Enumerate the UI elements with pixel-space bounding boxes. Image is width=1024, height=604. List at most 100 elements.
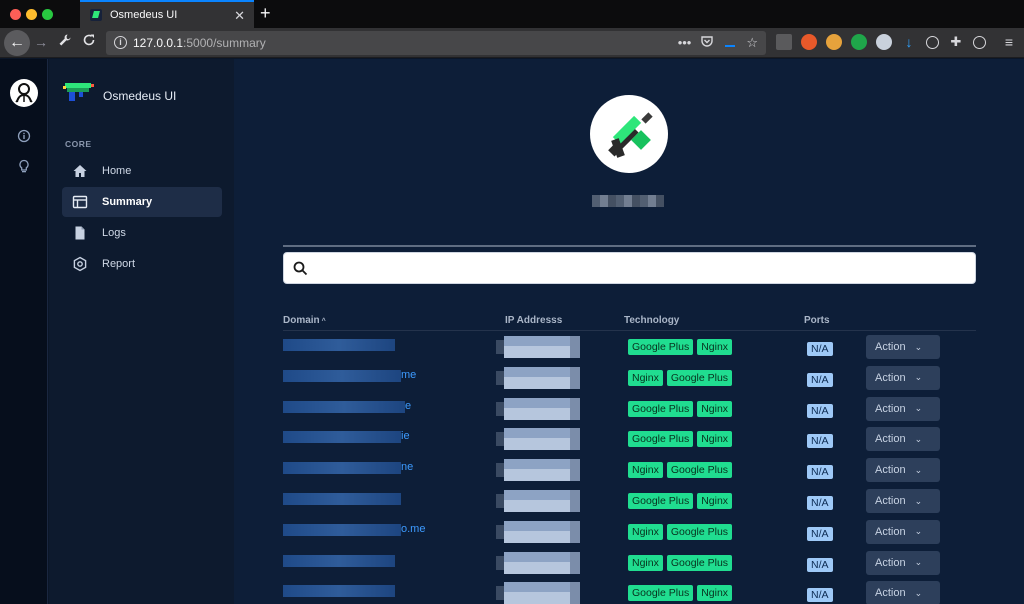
chevron-down-icon: ⌄ <box>914 341 923 352</box>
history-clock-icon[interactable] <box>926 35 939 49</box>
action-dropdown-button[interactable]: Action ⌄ <box>866 335 940 359</box>
ip-redacted <box>496 366 580 389</box>
technology-cell: Nginx Google Plus <box>628 369 733 386</box>
url-bar[interactable]: i 127.0.0.1:5000/summary ••• ☆ <box>106 31 766 55</box>
extension-ghost-icon[interactable] <box>876 34 892 50</box>
technology-badge: Google Plus <box>628 585 694 602</box>
extension-cookie-icon[interactable] <box>826 34 842 50</box>
domain-cell[interactable] <box>283 337 483 355</box>
new-tab-button[interactable]: + <box>260 4 271 22</box>
search-box[interactable] <box>283 252 976 284</box>
column-header-ip[interactable]: IP Addresss <box>505 315 562 326</box>
bookmark-star-icon[interactable]: ☆ <box>746 34 758 53</box>
sidebar-item-home[interactable]: Home <box>62 156 222 186</box>
technology-badge: Nginx <box>697 339 733 355</box>
column-header-domain[interactable]: Domain ^ <box>283 315 326 326</box>
action-dropdown-button[interactable]: Action ⌄ <box>866 458 940 483</box>
sidebar-item-label: Summary <box>102 196 153 208</box>
action-dropdown-button[interactable]: Action ⌄ <box>866 581 940 604</box>
extension-grid-icon[interactable] <box>776 34 792 50</box>
extension-green-icon[interactable] <box>851 34 867 50</box>
pocket-icon[interactable] <box>700 34 714 53</box>
brand[interactable]: Osmedeus UI <box>63 81 176 110</box>
technology-badge: Google Plus <box>628 400 694 417</box>
technology-badge: Nginx <box>628 554 663 571</box>
domain-cell[interactable]: e <box>283 399 483 417</box>
ports-cell: N/A <box>807 524 833 542</box>
url-text[interactable]: 127.0.0.1:5000/summary <box>133 36 266 50</box>
brand-name: Osmedeus UI <box>103 88 177 103</box>
search-input[interactable] <box>316 258 956 278</box>
action-label: Action <box>875 587 906 600</box>
action-dropdown-button[interactable]: Action ⌄ <box>866 427 940 452</box>
ip-redacted <box>496 397 580 420</box>
domain-link[interactable]: o.me <box>401 523 425 535</box>
action-label: Action <box>875 341 906 353</box>
ip-redacted <box>496 551 580 574</box>
port-badge: N/A <box>807 403 833 418</box>
info-circle-icon[interactable] <box>17 129 31 143</box>
puzzle-icon[interactable]: ✚ <box>948 34 964 50</box>
reader-icon[interactable] <box>723 34 737 53</box>
table-row: ie Google Plus Nginx N/A Action ⌄ <box>283 424 976 454</box>
menu-icon[interactable]: ≡ <box>1001 34 1017 50</box>
chevron-down-icon: ⌄ <box>914 372 923 383</box>
technology-badge: Google Plus <box>666 554 733 571</box>
domain-link[interactable]: ie <box>401 430 410 442</box>
column-header-technology[interactable]: Technology <box>624 315 679 326</box>
browser-nav-bar: ← → i 127.0.0.1:5000/summary ••• ☆ ↓ ✚ ≡ <box>0 28 1024 58</box>
domain-redacted <box>283 554 395 567</box>
domain-cell[interactable] <box>283 583 483 601</box>
browser-tab[interactable]: Osmedeus UI ✕ <box>80 0 254 28</box>
action-dropdown-button[interactable]: Action ⌄ <box>866 489 940 513</box>
sidebar-item-logs[interactable]: Logs <box>62 218 222 248</box>
technology-cell: Google Plus Nginx <box>628 493 733 509</box>
domain-cell[interactable] <box>283 553 483 571</box>
page-actions-icon[interactable]: ••• <box>678 34 692 53</box>
domain-link[interactable]: ne <box>401 461 413 473</box>
ip-cell <box>490 551 580 575</box>
browser-tab-bar: Osmedeus UI ✕ + <box>0 0 1024 28</box>
action-dropdown-button[interactable]: Action ⌄ <box>866 396 940 421</box>
chevron-down-icon: ⌄ <box>914 403 923 414</box>
wrench-icon[interactable] <box>56 33 74 51</box>
technology-badge: Google Plus <box>628 339 694 355</box>
technology-badge: Google Plus <box>666 369 733 386</box>
domain-cell[interactable]: o.me <box>283 522 483 540</box>
ip-cell <box>490 581 580 604</box>
avatar[interactable] <box>10 79 38 107</box>
ip-cell <box>490 335 580 359</box>
forward-button[interactable]: → <box>32 33 50 51</box>
domain-redacted <box>283 369 401 382</box>
close-window-button[interactable] <box>10 9 21 20</box>
maximize-window-button[interactable] <box>42 9 53 20</box>
column-header-ports[interactable]: Ports <box>804 315 830 326</box>
download-icon[interactable]: ↓ <box>901 34 917 50</box>
technology-cell: Nginx Google Plus <box>628 462 733 479</box>
action-dropdown-button[interactable]: Action ⌄ <box>866 550 940 575</box>
domain-link[interactable]: me <box>401 369 416 381</box>
extension-fox-icon[interactable] <box>801 34 817 50</box>
action-dropdown-button[interactable]: Action ⌄ <box>866 365 940 390</box>
info-icon[interactable]: i <box>114 36 127 49</box>
technology-badge: Google Plus <box>628 493 694 509</box>
back-button[interactable]: ← <box>4 30 30 56</box>
domain-cell[interactable] <box>283 491 483 509</box>
domain-cell[interactable]: ne <box>283 460 483 478</box>
reload-icon[interactable] <box>80 33 98 51</box>
domain-cell[interactable]: ie <box>283 429 483 447</box>
account-icon[interactable] <box>973 35 986 49</box>
port-badge: N/A <box>807 434 833 449</box>
domain-redacted <box>283 493 401 505</box>
sidebar-item-summary[interactable]: Summary <box>62 187 222 217</box>
technology-badge: Nginx <box>697 431 733 448</box>
tab-close-icon[interactable]: ✕ <box>234 9 245 22</box>
sidebar-item-report[interactable]: Report <box>62 249 222 279</box>
action-dropdown-button[interactable]: Action ⌄ <box>866 519 940 544</box>
domain-link[interactable]: e <box>405 400 411 412</box>
port-badge: N/A <box>807 372 833 387</box>
technology-cell: Google Plus Nginx <box>628 400 733 417</box>
minimize-window-button[interactable] <box>26 9 37 20</box>
domain-cell[interactable]: me <box>283 368 483 386</box>
lightbulb-icon[interactable] <box>17 159 31 173</box>
